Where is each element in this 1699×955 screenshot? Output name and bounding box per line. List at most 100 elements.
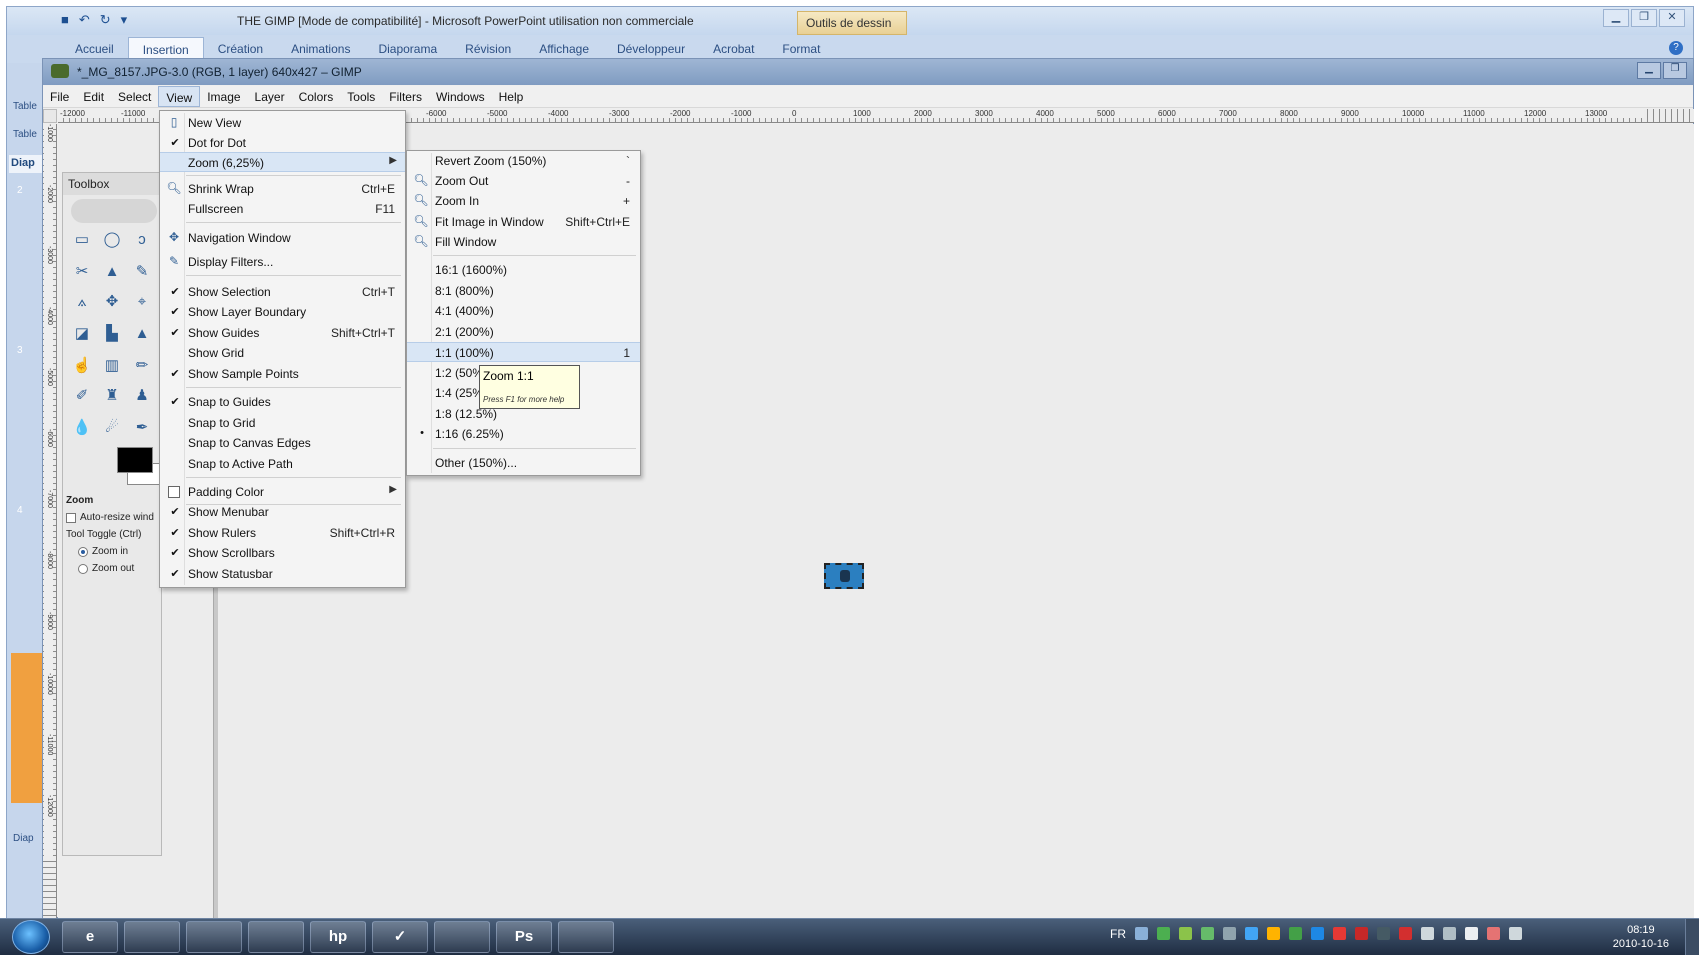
ellipse-select-tool-icon[interactable]: ◯: [101, 229, 123, 251]
menu-item-dot-for-dot[interactable]: ✔ Dot for Dot: [160, 133, 405, 153]
menu-item-zoom-800[interactable]: 8:1 (800%): [407, 281, 640, 301]
blur-tool-icon[interactable]: 💧: [71, 417, 93, 439]
panel-tab-label[interactable]: Table: [13, 129, 37, 140]
taskbar-gimp[interactable]: [434, 921, 490, 953]
paths-tool-icon[interactable]: ✎: [131, 261, 153, 283]
menu-item-fullscreen[interactable]: Fullscreen F11: [160, 199, 405, 219]
tray-app-icon[interactable]: [1487, 927, 1500, 940]
clone-tool-icon[interactable]: ♟: [131, 385, 153, 407]
menu-item-zoom-400[interactable]: 4:1 (400%): [407, 301, 640, 321]
rect-select-tool-icon[interactable]: ▭: [71, 229, 93, 251]
menu-item-revert-zoom[interactable]: Revert Zoom (150%) `: [407, 151, 640, 171]
tray-app-icon[interactable]: [1179, 927, 1192, 940]
clock[interactable]: 08:19 2010-10-16: [1613, 923, 1669, 951]
menu-layer[interactable]: Layer: [248, 86, 292, 107]
dodge-tool-icon[interactable]: ✒: [131, 417, 153, 439]
display-icon[interactable]: [1465, 927, 1478, 940]
color-select-tool-icon[interactable]: ▲: [101, 261, 123, 283]
minimize-button[interactable]: ▁: [1603, 9, 1629, 27]
menu-item-show-guides[interactable]: ✔ Show Guides Shift+Ctrl+T: [160, 323, 405, 343]
redo-icon[interactable]: ↻: [100, 12, 111, 28]
panel-tab-slides-bottom[interactable]: Diap: [13, 833, 34, 844]
slide-thumbnail[interactable]: [11, 653, 43, 803]
menu-item-new-view[interactable]: ▯ New View: [160, 113, 405, 133]
menu-item-zoom-200[interactable]: 2:1 (200%): [407, 322, 640, 342]
minimize-button[interactable]: ▁: [1637, 62, 1661, 79]
menu-item-zoom-1600[interactable]: 16:1 (1600%): [407, 260, 640, 280]
menu-edit[interactable]: Edit: [76, 86, 111, 107]
perspective-tool-icon[interactable]: ▲: [131, 323, 153, 345]
menu-item-zoom-6-25[interactable]: • 1:16 (6.25%): [407, 424, 640, 444]
scale-tool-icon[interactable]: ▙: [101, 323, 123, 345]
blend-tool-icon[interactable]: ▥: [101, 355, 123, 377]
align-tool-icon[interactable]: ⟑: [71, 291, 93, 313]
menu-view[interactable]: View: [158, 86, 201, 107]
foreground-color-swatch[interactable]: [117, 447, 153, 473]
menu-item-show-grid[interactable]: Show Grid: [160, 343, 405, 363]
taskbar-powerpoint[interactable]: [558, 921, 614, 953]
menu-item-navigation-window[interactable]: ✥ Navigation Window: [160, 228, 405, 248]
taskbar-explorer[interactable]: [186, 921, 242, 953]
tray-app-icon[interactable]: [1201, 927, 1214, 940]
flag-icon[interactable]: [1421, 927, 1434, 940]
menu-item-zoom-out[interactable]: 🔍︎ Zoom Out -: [407, 171, 640, 191]
menu-item-display-filters[interactable]: ✎ Display Filters...: [160, 252, 405, 272]
auto-resize-checkbox[interactable]: [66, 512, 76, 523]
image-thumbnail[interactable]: [824, 563, 864, 589]
menu-colors[interactable]: Colors: [292, 86, 341, 107]
menu-item-show-statusbar[interactable]: ✔ Show Statusbar: [160, 564, 405, 584]
smudge-tool-icon[interactable]: ☄: [101, 417, 123, 439]
tray-app-icon[interactable]: [1443, 927, 1456, 940]
menu-item-shrink-wrap[interactable]: 🔍︎ Shrink Wrap Ctrl+E: [160, 179, 405, 199]
free-select-tool-icon[interactable]: ↄ: [131, 229, 153, 251]
tray-app-icon[interactable]: [1245, 927, 1258, 940]
move-tool-icon[interactable]: ✥: [101, 291, 123, 313]
menu-item-show-menubar[interactable]: ✔ Show Menubar: [160, 502, 405, 522]
volume-icon[interactable]: [1509, 927, 1522, 940]
show-desktop-button[interactable]: [1685, 919, 1699, 955]
fuzzy-select-tool-icon[interactable]: ✂: [71, 261, 93, 283]
taskbar-internet-explorer[interactable]: e: [62, 921, 118, 953]
menu-filters[interactable]: Filters: [382, 86, 429, 107]
rotate-tool-icon[interactable]: ◪: [71, 323, 93, 345]
menu-item-zoom-in[interactable]: 🔍︎ Zoom In +: [407, 191, 640, 211]
menu-item-show-layer-boundary[interactable]: ✔ Show Layer Boundary: [160, 302, 405, 322]
paintbrush-tool-icon[interactable]: ✐: [71, 385, 93, 407]
taskbar-hp[interactable]: hp: [310, 921, 366, 953]
menu-select[interactable]: Select: [111, 86, 158, 107]
menu-item-snap-to-canvas-edges[interactable]: Snap to Canvas Edges: [160, 433, 405, 453]
tray-app-icon[interactable]: [1223, 927, 1236, 940]
menu-file[interactable]: File: [43, 86, 76, 107]
menu-item-snap-to-guides[interactable]: ✔ Snap to Guides: [160, 392, 405, 412]
panel-tab-slides[interactable]: Diap: [9, 155, 45, 173]
restore-button[interactable]: ❐: [1631, 9, 1657, 27]
tray-app-icon[interactable]: [1399, 927, 1412, 940]
zoom-out-radio[interactable]: [78, 563, 88, 574]
menu-image[interactable]: Image: [200, 86, 247, 107]
menu-item-zoom-100[interactable]: 1:1 (100%) 1: [407, 342, 640, 362]
crop-tool-icon[interactable]: ⌖: [131, 291, 153, 313]
undo-icon[interactable]: ↶: [79, 12, 90, 28]
taskbar-media-player[interactable]: [248, 921, 304, 953]
menu-windows[interactable]: Windows: [429, 86, 492, 107]
tray-app-icon[interactable]: [1311, 927, 1324, 940]
taskbar-app-check[interactable]: ✓: [372, 921, 428, 953]
pencil-tool-icon[interactable]: ✏: [131, 355, 153, 377]
help-icon[interactable]: ?: [1669, 41, 1683, 55]
language-indicator[interactable]: FR: [1110, 927, 1126, 941]
taskbar-photoshop[interactable]: Ps: [496, 921, 552, 953]
menu-item-fit-image-in-window[interactable]: 🔍︎ Fit Image in Window Shift+Ctrl+E: [407, 212, 640, 232]
tray-app-icon[interactable]: [1377, 927, 1390, 940]
menu-item-show-rulers[interactable]: ✔ Show Rulers Shift+Ctrl+R: [160, 523, 405, 543]
save-icon[interactable]: ■: [61, 12, 69, 28]
tray-app-icon[interactable]: [1267, 927, 1280, 940]
start-button[interactable]: [12, 920, 50, 954]
menu-item-show-selection[interactable]: ✔ Show Selection Ctrl+T: [160, 282, 405, 302]
network-icon[interactable]: [1157, 927, 1170, 940]
tray-app-icon[interactable]: [1333, 927, 1346, 940]
vertical-ruler[interactable]: -1000 -2000 -3000 -4000 -5000 -6000 -7000 -8000…: [43, 124, 57, 919]
flip-tool-icon[interactable]: ☝: [71, 355, 93, 377]
menu-item-padding-color[interactable]: Padding Color ▶: [160, 482, 405, 502]
menu-item-zoom[interactable]: Zoom (6,25%) ▶: [160, 152, 405, 172]
quick-mask-toggle[interactable]: [43, 109, 57, 123]
